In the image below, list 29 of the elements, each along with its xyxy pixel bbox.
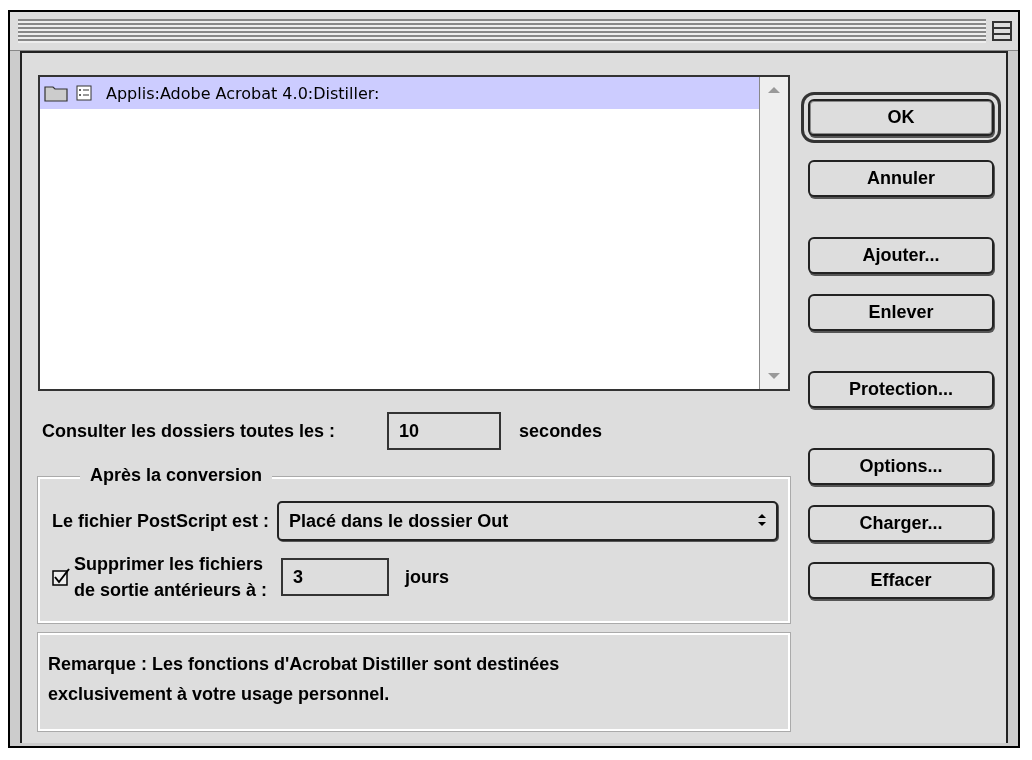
days-field[interactable]: 3 [281, 558, 390, 596]
group-legend: Après la conversion [80, 465, 273, 486]
unit-label: secondes [519, 420, 603, 442]
poll-label: Consulter les dossiers toutes les : [42, 420, 336, 442]
dialog-button[interactable]: Annuler [808, 160, 994, 197]
collapse-box-icon[interactable] [992, 21, 1012, 41]
dialog-button[interactable]: Ajouter... [808, 237, 994, 274]
dialog-button[interactable]: Effacer [808, 562, 994, 599]
scroll-down-icon[interactable] [767, 371, 781, 381]
folder-icon [44, 84, 68, 102]
dialog-button[interactable]: Protection... [808, 371, 994, 408]
delete-label: de sortie antérieurs à : [74, 579, 268, 602]
delete-checkbox[interactable] [52, 568, 70, 586]
folder-item[interactable]: Applis:Adobe Acrobat 4.0:Distiller: [40, 77, 759, 109]
interval-field[interactable]: 10 [387, 412, 502, 450]
list-icon [76, 85, 92, 101]
dialog-button[interactable]: Options... [808, 448, 994, 485]
scroll-up-icon[interactable] [767, 85, 781, 95]
title-stripes[interactable] [18, 19, 986, 43]
delete-label: Supprimer les fichiers [74, 553, 265, 576]
dialog-button[interactable]: Enlever [808, 294, 994, 331]
postscript-popup[interactable]: Placé dans le dossier Out [277, 501, 778, 541]
postscript-label: Le fichier PostScript est : [52, 510, 270, 532]
dialog-button[interactable]: Charger... [808, 505, 994, 542]
scrollbar[interactable] [759, 77, 788, 389]
days-label: jours [405, 566, 450, 588]
remark-text: Remarque : Les fonctions d'Acrobat Distiller sont destinées exclusivement à votre usage personnel. [38, 633, 790, 731]
folder-list[interactable]: Applis:Adobe Acrobat 4.0:Distiller: [38, 75, 790, 391]
updown-arrows-icon [756, 512, 768, 528]
